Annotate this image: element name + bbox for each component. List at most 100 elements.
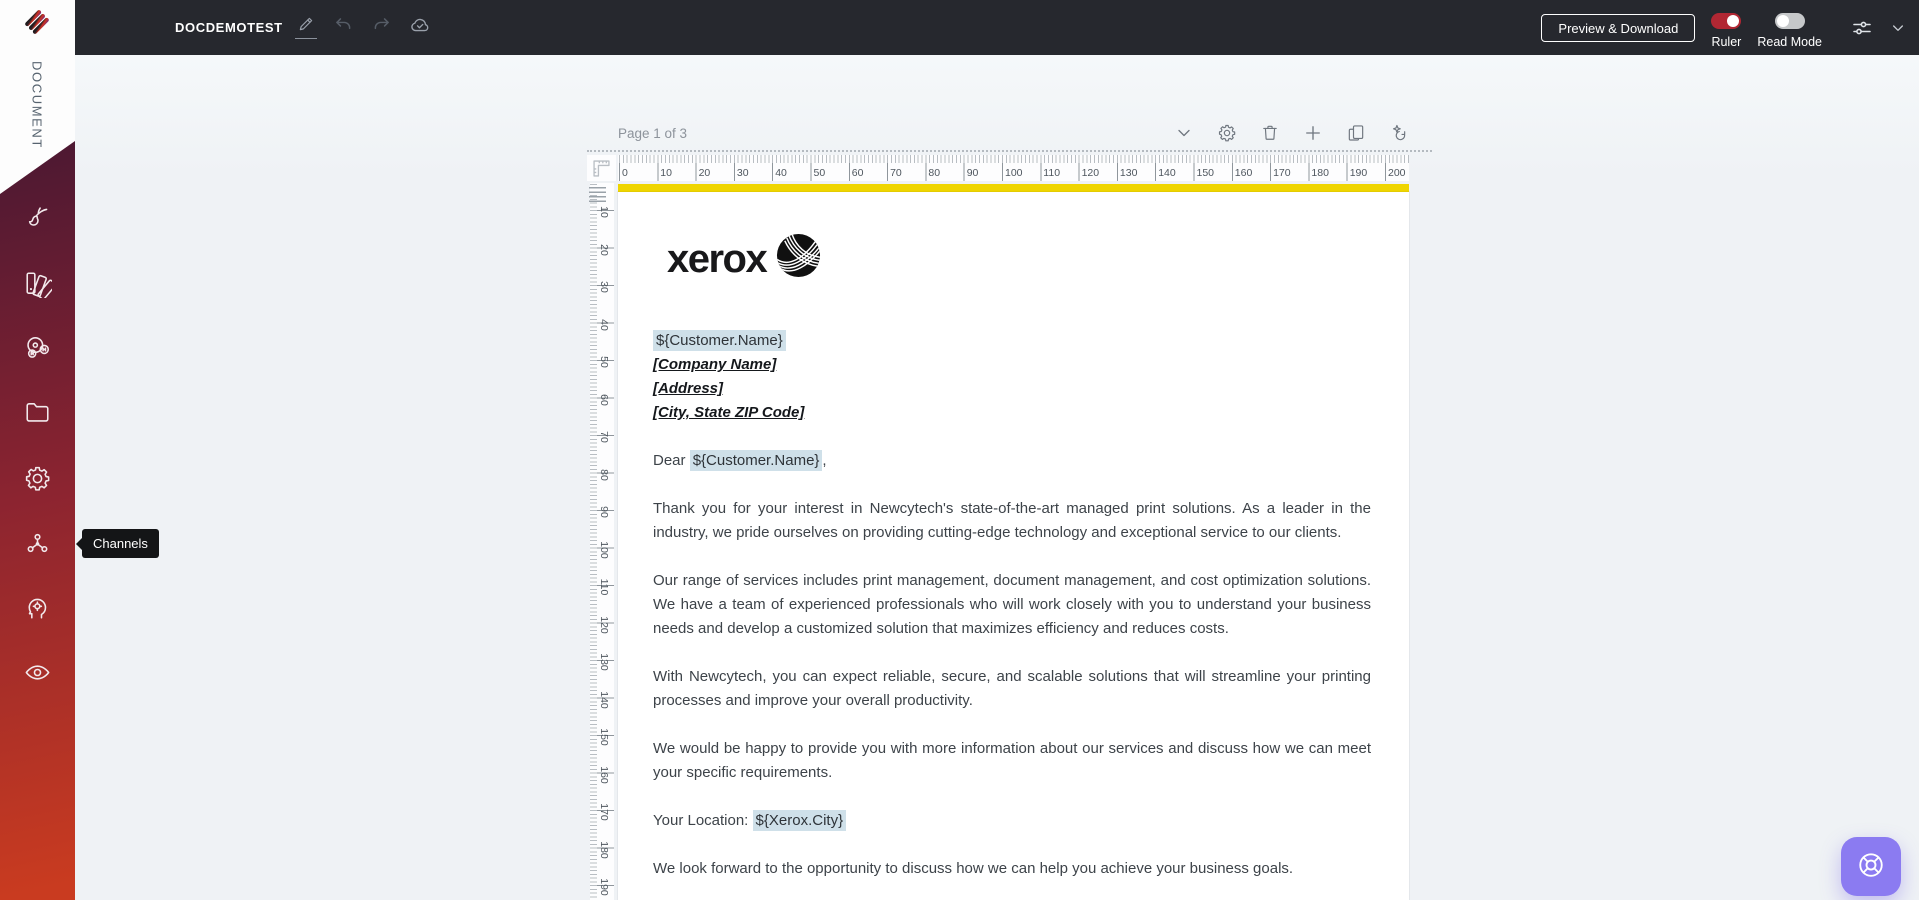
paragraph: Our range of services includes print man… [653,572,1371,637]
v-ruler-label: 30 [598,281,610,293]
horizontal-ruler: 0 10 20 30 40 50 60 70 80 90 100 110 120 130 140 150 160… [618,155,1409,181]
salutation: Dear ${Customer.Name}, [653,449,1371,473]
salutation-suffix: , [822,452,827,469]
sidebar-item-design[interactable] [23,204,52,233]
recipient-name-line: ${Customer.Name} [653,329,1371,353]
head-bulb-icon [23,598,52,625]
clipped-paragraph: We look forward to the opportunity to di… [653,860,1294,877]
v-ruler-label: 180 [598,840,610,859]
v-ruler-label: 170 [598,803,610,821]
edit-actions [294,14,431,41]
chevron-down-icon [1174,129,1194,146]
cloud-saved-icon [409,14,431,41]
sidebar-item-settings[interactable] [23,464,52,493]
tooltip-arrow [76,537,82,550]
recipient-block: ${Customer.Name} [Company Name] [Address… [653,329,1371,425]
sidebar-item-variables[interactable] [23,333,52,362]
h-ruler-label: 100 [1005,167,1023,179]
color-swatches-icon [23,272,57,301]
copy-icon [1346,125,1366,146]
h-ruler-label: 80 [928,167,941,179]
company-name-line: [Company Name] [653,356,777,373]
page-indicator: Page 1 of 3 [618,125,688,141]
paragraph: We would be happy to provide you with mo… [653,740,1371,781]
v-ruler-label: 50 [598,356,610,368]
sparkle-refresh-icon [1389,124,1409,146]
document-page[interactable]: xerox ${Customer.Name} [Company Name] [A… [618,192,1409,900]
city-state-zip-line: [City, State ZIP Code] [653,404,805,421]
rename-button[interactable] [294,17,317,39]
sliders-icon [1850,21,1874,44]
channels-tooltip: Channels [76,529,159,558]
redo-button[interactable] [371,17,393,39]
customer-name-variable[interactable]: ${Customer.Name} [689,450,823,471]
v-ruler-label: 140 [598,690,610,709]
location-line: Your Location: ${Xerox.City} [653,809,1371,833]
ruler-corner-icon [587,155,616,181]
folder-icon [23,403,52,430]
sidebar-item-insights[interactable] [23,593,52,622]
v-ruler-label: 20 [598,243,610,256]
v-ruler-label: 10 [598,206,610,218]
undo-button[interactable] [333,17,355,39]
h-ruler-label: 200 [1388,167,1406,179]
add-page-button[interactable] [1303,123,1323,143]
regenerate-page-button[interactable] [1389,123,1409,143]
gear-icon [1217,124,1237,146]
sidebar-item-styles[interactable] [23,269,57,301]
view-settings-button[interactable] [1850,16,1874,40]
xerox-logo: xerox [667,230,1371,288]
delete-page-button[interactable] [1260,123,1280,143]
h-ruler-label: 90 [966,167,979,179]
sidebar-item-preview[interactable] [23,658,52,687]
h-ruler-label: 70 [890,167,902,179]
v-ruler-label: 90 [598,506,610,518]
preview-download-button[interactable]: Preview & Download [1541,13,1696,42]
paragraph: Thank you for your interest in Newcytech… [653,500,1371,541]
chevron-down-icon [1890,23,1906,40]
tooltip-text: Channels [93,536,148,551]
duplicate-page-button[interactable] [1346,123,1366,143]
topbar: DOCDEMOTEST Preview & Download Ruler Rea… [75,0,1919,55]
v-ruler-label: 120 [598,615,610,634]
h-ruler-label: 140 [1158,167,1176,179]
page-top-highlight [618,184,1409,192]
h-ruler-label: 110 [1043,167,1061,179]
life-buoy-icon [1856,850,1886,883]
more-options-button[interactable] [1890,20,1906,36]
trash-icon [1260,125,1280,146]
document-title: DOCDEMOTEST [175,20,283,35]
undo-icon [333,15,354,41]
page-toolbar: Page 1 of 3 [618,118,1409,148]
customer-name-variable[interactable]: ${Customer.Name} [653,330,786,351]
address-line: [Address] [653,380,724,397]
v-ruler-label: 40 [598,318,610,331]
channels-icon [23,533,52,561]
sidebar-item-files[interactable] [23,398,52,427]
h-ruler-label: 20 [698,167,711,179]
xerox-sphere-icon [776,233,821,286]
ruler-toggle-group: Ruler [1711,7,1742,49]
v-ruler-label: 190 [598,878,610,896]
v-ruler-label: 80 [598,468,610,481]
v-ruler-label: 150 [598,728,610,746]
v-ruler-label: 160 [598,765,610,784]
v-ruler-label: 70 [598,431,610,443]
molecule-icon [23,337,52,365]
ruler-toggle[interactable] [1711,12,1742,29]
editor-canvas: Page 1 of 3 0 10 20 30 40 50 60 70 80 90… [75,55,1919,900]
ruler-toggle-label: Ruler [1711,34,1742,49]
gear-icon [23,466,52,496]
xerox-city-variable[interactable]: ${Xerox.City} [752,810,847,831]
page-settings-button[interactable] [1217,123,1237,143]
collapse-page-button[interactable] [1174,123,1194,143]
help-button[interactable] [1841,837,1901,896]
h-ruler-label: 120 [1081,167,1100,179]
h-ruler-label: 190 [1349,167,1368,179]
vertical-ruler: 10 20 30 40 50 60 70 80 90 100 110 120 130 140 150 160 1… [590,183,614,900]
sidebar-section-label: DOCUMENT [29,61,45,149]
eye-icon [23,665,52,690]
sidebar-item-channels[interactable] [23,529,52,558]
h-ruler-label: 170 [1273,167,1291,179]
read-mode-toggle[interactable] [1774,12,1805,29]
